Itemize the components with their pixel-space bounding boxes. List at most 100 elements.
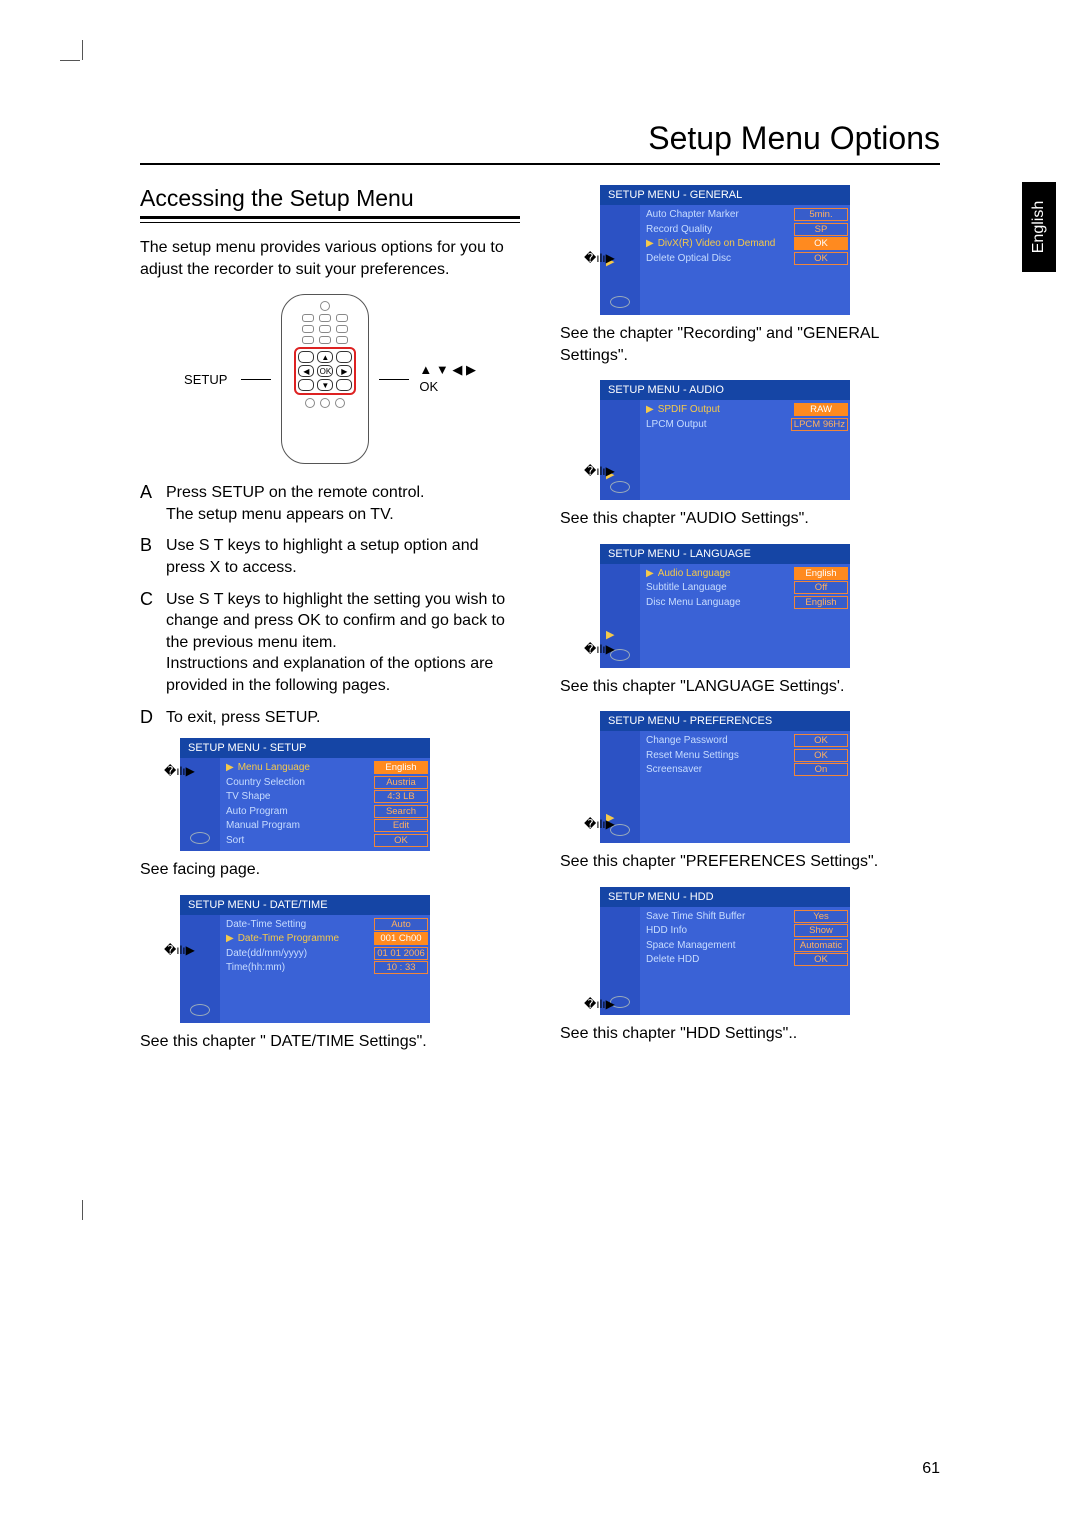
- menu-row: ▶ DivX(R) Video on DemandOK: [646, 237, 848, 250]
- menu-row-value: 001 Ch00: [374, 932, 428, 945]
- menu-row-label: Space Management: [646, 940, 794, 951]
- menu-row-value: On: [794, 763, 848, 776]
- menu-audio: SETUP MENU - AUDIO �ılı▶ ▶ ▶SPDIF Output…: [600, 380, 850, 500]
- menu-row: LPCM OutputLPCM 96Hz: [646, 418, 848, 431]
- menu-setup: SETUP MENU - SETUP �ılı▶ ▶Menu LanguageE…: [180, 738, 430, 851]
- menu-row-label: Auto Chapter Marker: [646, 209, 794, 220]
- menu-datetime: SETUP MENU - DATE/TIME �ılı▶ Date-Time S…: [180, 895, 430, 1023]
- menu-row-label: TV Shape: [226, 791, 374, 802]
- menu-row-label: DivX(R) Video on Demand: [658, 238, 794, 249]
- step-letter: A: [140, 482, 166, 525]
- caption: See this chapter " DATE/TIME Settings".: [140, 1031, 520, 1053]
- menu-preferences: SETUP MENU - PREFERENCES �ılı▶ ▶ Change …: [600, 711, 850, 843]
- menu-hdd: SETUP MENU - HDD �ılı▶ Save Time Shift B…: [600, 887, 850, 1015]
- menu-row-label: Date(dd/mm/yyyy): [226, 948, 374, 959]
- menu-row: ▶Date-Time Programme001 Ch00: [226, 932, 428, 945]
- menu-row-value: RAW: [794, 403, 848, 416]
- menu-row: Space ManagementAutomatic: [646, 939, 848, 952]
- menu-row-label: Date-Time Programme: [238, 933, 374, 944]
- left-column: Accessing the Setup Menu The setup menu …: [140, 185, 520, 1066]
- menu-row: ▶ SPDIF OutputRAW: [646, 403, 848, 416]
- remote-illustration: SETUP ▲ ◀OK▶ ▼ ▲ ▼ ◀ ▶: [140, 294, 520, 464]
- menu-row: Save Time Shift BufferYes: [646, 910, 848, 923]
- crop-mark: [60, 60, 80, 61]
- language-tab: English: [1022, 182, 1056, 272]
- menu-row-value: OK: [794, 734, 848, 747]
- right-column: SETUP MENU - GENERAL �ılı▶ ▶ Auto Chapte…: [560, 185, 940, 1066]
- menu-title: SETUP MENU - AUDIO: [600, 380, 850, 400]
- menu-row: HDD InfoShow: [646, 924, 848, 937]
- menu-row: Date(dd/mm/yyyy)01 01 2006: [226, 947, 428, 960]
- remote-setup-label: SETUP: [184, 372, 227, 387]
- menu-row: Auto ProgramSearch: [226, 805, 428, 818]
- menu-row-value: LPCM 96Hz: [791, 418, 848, 431]
- menu-row: Disc Menu LanguageEnglish: [646, 596, 848, 609]
- menu-row: Auto Chapter Marker5min.: [646, 208, 848, 221]
- step-letter: C: [140, 589, 166, 697]
- callout-line: [379, 379, 409, 380]
- step-text: Press SETUP on the remote control. The s…: [166, 482, 424, 525]
- caption: See the chapter "Recording" and "GENERAL…: [560, 323, 940, 366]
- menu-row-value: English: [374, 761, 428, 774]
- menu-row-label: Country Selection: [226, 777, 374, 788]
- menu-row-value: Yes: [794, 910, 848, 923]
- menu-title: SETUP MENU - LANGUAGE: [600, 544, 850, 564]
- menu-row-label: LPCM Output: [646, 419, 791, 430]
- menu-row-label: Audio Language: [658, 568, 794, 579]
- caption: See this chapter "HDD Settings"..: [560, 1023, 940, 1045]
- menu-row: Reset Menu SettingsOK: [646, 749, 848, 762]
- menu-title: SETUP MENU - SETUP: [180, 738, 430, 758]
- step-letter: B: [140, 535, 166, 578]
- select-arrow-icon: ▶: [646, 568, 654, 579]
- menu-row-value: English: [794, 567, 848, 580]
- disc-icon: [190, 832, 210, 844]
- page-number: 61: [922, 1460, 940, 1478]
- instruction-step: CUse S T keys to highlight the setting y…: [140, 589, 520, 697]
- menu-row: ScreensaverOn: [646, 763, 848, 776]
- menu-row-label: Record Quality: [646, 224, 794, 235]
- instruction-step: BUse S T keys to highlight a setup optio…: [140, 535, 520, 578]
- menu-row-label: SPDIF Output: [658, 404, 794, 415]
- menu-language: SETUP MENU - LANGUAGE �ılı▶ ▶ ▶Audio Lan…: [600, 544, 850, 668]
- menu-row-label: Manual Program: [226, 820, 374, 831]
- pointer-icon: �ılı▶: [584, 464, 615, 478]
- menu-row-label: Disc Menu Language: [646, 597, 794, 608]
- menu-row-label: Date-Time Setting: [226, 919, 374, 930]
- menu-row-label: Auto Program: [226, 806, 374, 817]
- menu-row-value: Show: [794, 924, 848, 937]
- menu-row-label: Subtitle Language: [646, 582, 794, 593]
- menu-row-label: Delete Optical Disc: [646, 253, 794, 264]
- caption: See this chapter "PREFERENCES Settings".: [560, 851, 940, 873]
- menu-row: Country SelectionAustria: [226, 776, 428, 789]
- caption: See this chapter "AUDIO Settings".: [560, 508, 940, 530]
- menu-row-value: OK: [794, 237, 848, 250]
- instruction-step: DTo exit, press SETUP.: [140, 707, 520, 729]
- select-arrow-icon: ▶: [646, 238, 654, 249]
- menu-row: ▶Menu LanguageEnglish: [226, 761, 428, 774]
- pointer-icon: �ılı▶: [584, 642, 615, 656]
- remote-control-icon: ▲ ◀OK▶ ▼: [281, 294, 369, 464]
- step-text: Use S T keys to highlight the setting yo…: [166, 589, 520, 697]
- menu-row-value: OK: [794, 749, 848, 762]
- select-arrow-icon: ▶: [646, 404, 654, 415]
- menu-row: ▶ Audio LanguageEnglish: [646, 567, 848, 580]
- menu-row-value: Austria: [374, 776, 428, 789]
- menu-row-label: Delete HDD: [646, 954, 794, 965]
- menu-row: Time(hh:mm)10 : 33: [226, 961, 428, 974]
- intro-paragraph: The setup menu provides various options …: [140, 237, 520, 280]
- menu-row-value: Search: [374, 805, 428, 818]
- menu-row-label: Change Password: [646, 735, 794, 746]
- menu-row-value: SP: [794, 223, 848, 236]
- remote-nav-label: ▲ ▼ ◀ ▶ OK: [419, 362, 476, 396]
- step-text: To exit, press SETUP.: [166, 707, 320, 729]
- menu-row-value: Edit: [374, 819, 428, 832]
- menu-row: Subtitle LanguageOff: [646, 581, 848, 594]
- instruction-step: APress SETUP on the remote control. The …: [140, 482, 520, 525]
- page-title: Setup Menu Options: [140, 120, 940, 165]
- menu-row-value: 10 : 33: [374, 961, 428, 974]
- pointer-icon: �ılı▶: [164, 943, 195, 957]
- menu-row: Delete Optical DiscOK: [646, 252, 848, 265]
- menu-row: Manual ProgramEdit: [226, 819, 428, 832]
- menu-row-value: 01 01 2006: [374, 947, 428, 960]
- arrow-icon: ▶: [600, 628, 640, 641]
